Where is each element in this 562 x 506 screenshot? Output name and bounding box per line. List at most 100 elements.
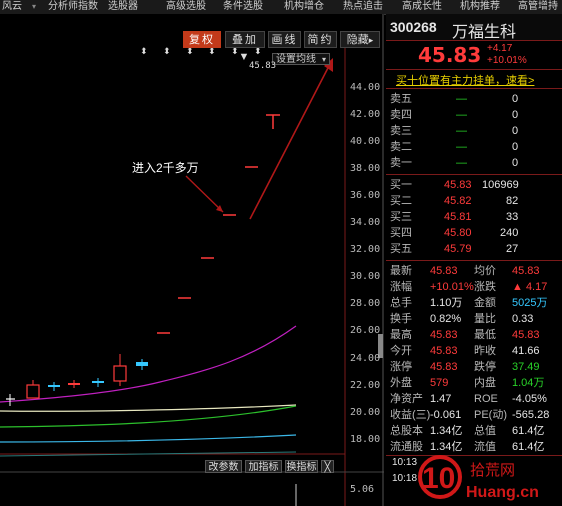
stat-value: 61.4亿 — [512, 441, 545, 453]
stat-value: -4.05% — [512, 393, 547, 405]
stat-value: 1.47 — [430, 393, 452, 405]
stat-row: 最高 45.83 最低 45.83 — [386, 327, 562, 343]
draw-line-button[interactable]: 画线 — [268, 31, 301, 48]
stat-label: ROE — [474, 393, 498, 405]
stat-label: 涨幅 — [390, 281, 412, 293]
menu-stock-picker[interactable]: 选股器 — [108, 0, 138, 14]
stat-label: 流值 — [474, 441, 496, 453]
axis-tick: 42.00 — [350, 109, 381, 120]
stat-label: 最高 — [390, 329, 412, 341]
svg-text:拾荒网: 拾荒网 — [470, 461, 515, 479]
current-price: 45.83 — [418, 43, 482, 67]
menu-condition-pick[interactable]: 条件选股 — [223, 0, 263, 14]
stat-value: ▲ 4.17 — [512, 281, 548, 293]
svg-text:⬍: ⬍ — [163, 47, 171, 57]
main-force-banner-link[interactable]: 买十位置有主力挂单，速看> — [396, 72, 534, 88]
menu-exec-increase[interactable]: 高管增持 — [518, 0, 558, 14]
axis-tick: 34.00 — [350, 217, 381, 228]
menu-inst-recommend[interactable]: 机构推荐 — [460, 0, 500, 14]
axis-tick: 32.00 — [350, 244, 381, 255]
menu-hot-chase[interactable]: 热点追击 — [343, 0, 383, 14]
price-change: +4.17 — [487, 43, 513, 54]
axis-tick: 30.00 — [350, 271, 381, 282]
stat-label: 涨停 — [390, 361, 412, 373]
peak-price-label: 45.83 — [249, 61, 277, 71]
stat-label: 总值 — [474, 425, 496, 437]
menu-high-growth[interactable]: 高成长性 — [402, 0, 442, 14]
tick-time: 10:13 — [392, 457, 418, 468]
axis-tick: 18.00 — [350, 434, 381, 445]
close-icon[interactable]: ╳ — [321, 460, 334, 473]
stat-label: 内盘 — [474, 377, 496, 389]
lower-axis-tick: 5.06 — [350, 484, 375, 495]
stat-label: 最新 — [390, 265, 412, 277]
axis-tick: 26.00 — [350, 325, 381, 336]
stat-value: 45.83 — [512, 265, 540, 277]
stock-name: 万福生科 — [452, 24, 517, 41]
menu-inst-increase[interactable]: 机构增仓 — [284, 0, 324, 14]
stat-label: 流通股 — [390, 441, 423, 453]
simple-button[interactable]: 简约 — [304, 31, 337, 48]
stat-value: -565.28 — [512, 409, 550, 421]
ask-row: 卖四 —0 — [390, 109, 519, 121]
kline-chart-panel: ⬍⬍⬍ ⬍⬍⬍ ✱✱ 复权 叠加▼ 画线 简约 隐藏▸ 设置均线▾ 45.83 … — [0, 14, 384, 506]
axis-tick: 24.00 — [350, 353, 381, 364]
stat-value: 1.10万 — [430, 297, 463, 309]
stat-row: 外盘 579 内盘 1.04万 — [386, 375, 562, 391]
stat-row: 净资产 1.47 ROE -4.05% — [386, 391, 562, 407]
stat-label: 总手 — [390, 297, 412, 309]
annotation-text: 进入2千多万 — [132, 161, 199, 175]
stat-row: 涨停 45.83 跌停 37.49 — [386, 359, 562, 375]
hide-button[interactable]: 隐藏▸ — [340, 31, 380, 48]
stat-row: 涨幅 +10.01% 涨跌 ▲ 4.17 — [386, 279, 562, 295]
axis-tick: 20.00 — [350, 407, 381, 418]
stat-value: 61.4亿 — [512, 425, 545, 437]
stat-value: 579 — [430, 377, 449, 389]
menu-advanced-pick[interactable]: 高级选股 — [166, 0, 206, 14]
axis-tick: 22.00 — [350, 380, 381, 391]
stat-value: 5025万 — [512, 297, 548, 309]
stat-label: 外盘 — [390, 377, 412, 389]
ma-setting-dropdown[interactable]: 设置均线 ▾ — [272, 53, 330, 65]
stat-value: 37.49 — [512, 361, 540, 373]
watermark-logo-svg: 10 拾荒网 Huang.cn — [418, 455, 539, 501]
stat-label: 总股本 — [390, 425, 423, 437]
stat-value: +10.01% — [430, 281, 474, 293]
menu-analyst-index[interactable]: 分析师指数 — [48, 0, 98, 14]
svg-text:Huang.cn: Huang.cn — [466, 484, 539, 501]
add-indicator-button[interactable]: 加指标 — [245, 460, 282, 473]
stat-label: 净资产 — [390, 393, 423, 405]
switch-indicator-button[interactable]: 换指标 — [285, 460, 318, 473]
bid-row: 买一 45.83 106969 — [390, 179, 519, 191]
stock-code: 300268 — [390, 19, 437, 35]
overlay-button[interactable]: 叠加▼ — [225, 31, 265, 63]
fuquan-button[interactable]: 复权 — [183, 31, 221, 48]
stat-row: 最新 45.83 均价 45.83 — [386, 263, 562, 279]
chevron-down-icon: ▾ — [321, 55, 326, 64]
axis-tick: 28.00 — [350, 298, 381, 309]
stat-label: 换手 — [390, 313, 412, 325]
stat-row: 流通股 1.34亿 流值 61.4亿 — [386, 439, 562, 455]
stat-value: 0.82% — [430, 313, 462, 325]
stat-value: 45.83 — [430, 361, 458, 373]
stat-value: 1.34亿 — [430, 425, 463, 437]
axis-tick: 44.00 — [350, 82, 381, 93]
axis-tick: 36.00 — [350, 190, 381, 201]
bid-row: 买五 45.79 27 — [390, 243, 519, 255]
quote-panel: 300268 万福生科 45.83 +4.17 +10.01% 买十位置有主力挂… — [386, 14, 562, 506]
stat-label: 最低 — [474, 329, 496, 341]
stat-label: 昨收 — [474, 345, 496, 357]
edit-params-button[interactable]: 改参数 — [205, 460, 242, 473]
axis-tick: 38.00 — [350, 163, 381, 174]
stat-row: 换手 0.82% 量比 0.33 — [386, 311, 562, 327]
top-menu-bar: 风云 ▾ 分析师指数 选股器 高级选股 条件选股 机构增仓 热点追击 高成长性 … — [0, 0, 562, 15]
stat-value: 1.34亿 — [430, 441, 463, 453]
menu-dropdown-icon[interactable]: ▾ — [32, 0, 36, 14]
menu-fengyun[interactable]: 风云 — [2, 0, 22, 14]
bid-row: 买三 45.81 33 — [390, 211, 519, 223]
stat-row: 总手 1.10万 金额 5025万 — [386, 295, 562, 311]
huang-cn-watermark-logo: 10 拾荒网 Huang.cn — [418, 455, 558, 501]
axis-tick: 40.00 — [350, 136, 381, 147]
kline-chart-svg: ⬍⬍⬍ ⬍⬍⬍ ✱✱ — [0, 14, 384, 506]
stat-label: 收益(三) — [390, 409, 431, 421]
